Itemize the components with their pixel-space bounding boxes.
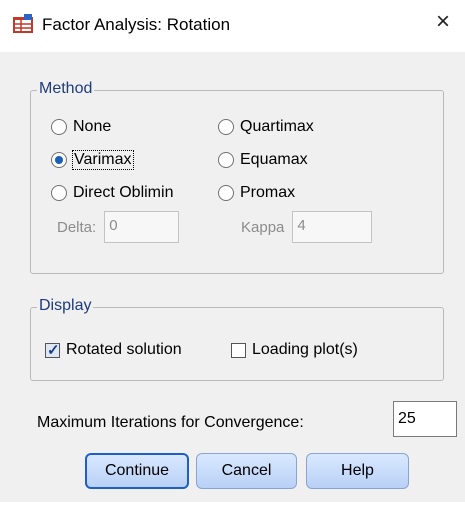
checkmark-icon: ✓: [47, 341, 60, 359]
radio-varimax-button[interactable]: [51, 152, 67, 168]
radio-none-label: None: [73, 118, 112, 135]
radio-promax-button[interactable]: [218, 185, 234, 201]
display-legend: Display: [37, 297, 94, 315]
radio-direct-oblimin-label: Direct Oblimin: [73, 184, 174, 201]
radio-direct-oblimin-button[interactable]: [51, 185, 67, 201]
title-bar: Factor Analysis: Rotation ×: [0, 0, 465, 50]
radio-quartimax-label: Quartimax: [240, 118, 314, 135]
radio-quartimax-button[interactable]: [218, 119, 234, 135]
radio-varimax-label: Varimax: [72, 150, 134, 170]
radio-direct-oblimin[interactable]: Direct Oblimin: [51, 184, 173, 202]
method-group: Method None Quartimax Varimax Equamax Di…: [30, 80, 444, 274]
rotated-solution-checkbox-row[interactable]: ✓ Rotated solution: [45, 341, 182, 359]
window-title: Factor Analysis: Rotation: [42, 15, 231, 34]
radio-none[interactable]: None: [51, 118, 111, 136]
radio-none-button[interactable]: [51, 119, 67, 135]
rotated-solution-checkbox[interactable]: ✓: [45, 341, 60, 359]
cancel-button[interactable]: Cancel: [196, 453, 297, 489]
kappa-row: Kappa 4: [241, 211, 373, 243]
kappa-label: Kappa: [241, 218, 285, 236]
loading-plots-checkbox[interactable]: [231, 342, 246, 358]
radio-promax-label: Promax: [240, 184, 296, 201]
help-button[interactable]: Help: [306, 453, 409, 489]
display-group: Display ✓ Rotated solution Loading plot(…: [30, 297, 444, 381]
radio-promax[interactable]: Promax: [218, 184, 295, 202]
dialog-body: Method None Quartimax Varimax Equamax Di…: [0, 52, 465, 502]
rotated-solution-label: Rotated solution: [66, 341, 182, 358]
method-legend: Method: [37, 80, 95, 98]
radio-equamax-button[interactable]: [218, 152, 234, 168]
continue-button[interactable]: Continue: [85, 453, 189, 489]
loading-plots-label: Loading plot(s): [252, 341, 358, 358]
close-icon[interactable]: ×: [436, 10, 450, 34]
radio-quartimax[interactable]: Quartimax: [218, 118, 314, 136]
delta-row: Delta: 0: [57, 211, 180, 243]
kappa-field[interactable]: 4: [292, 211, 373, 243]
radio-equamax[interactable]: Equamax: [218, 151, 308, 169]
delta-label: Delta:: [57, 218, 97, 236]
radio-varimax[interactable]: Varimax: [51, 150, 134, 170]
loading-plots-checkbox-row[interactable]: Loading plot(s): [231, 341, 358, 359]
radio-equamax-label: Equamax: [240, 151, 308, 168]
max-iterations-input[interactable]: 25: [393, 401, 457, 437]
max-iterations-label: Maximum Iterations for Convergence:: [37, 414, 304, 431]
delta-field[interactable]: 0: [104, 211, 180, 243]
spss-table-icon: [13, 14, 33, 33]
